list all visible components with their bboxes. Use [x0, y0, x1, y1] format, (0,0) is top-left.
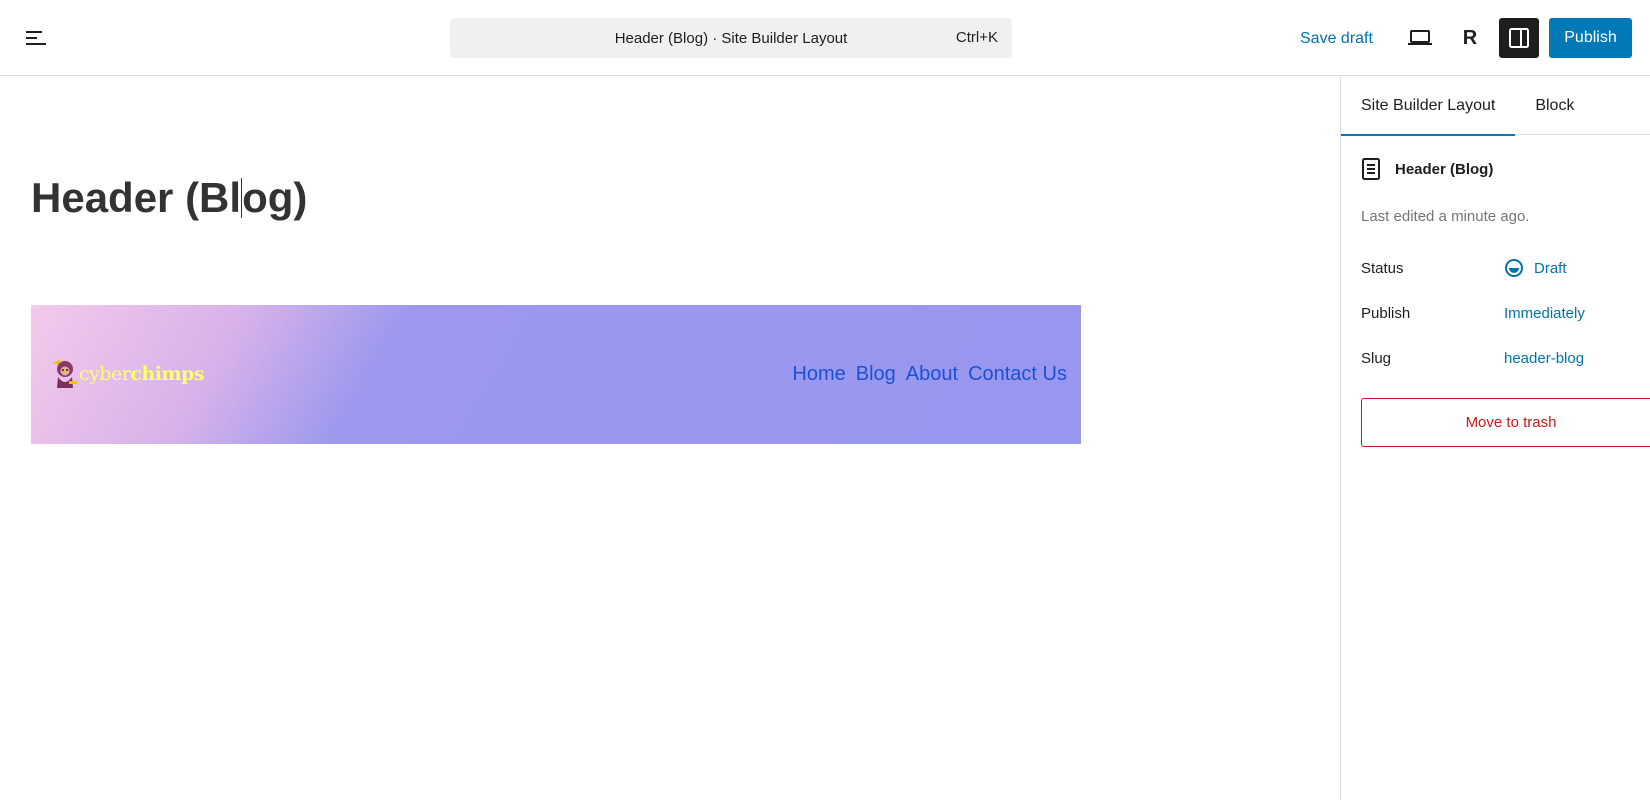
header-block[interactable]: cyberchimps Home Blog About Contact Us	[31, 305, 1081, 444]
nav-link-home[interactable]: Home	[792, 363, 845, 386]
device-preview-button[interactable]	[1402, 20, 1438, 56]
save-draft-button[interactable]: Save draft	[1300, 24, 1373, 54]
logo-text-chimps: chimps	[130, 363, 205, 385]
tab-block[interactable]: Block	[1515, 76, 1594, 135]
nav-link-blog[interactable]: Blog	[856, 363, 896, 386]
header-nav: Home Blog About Contact Us	[792, 363, 1067, 386]
logo-text-cyber: cyber	[79, 363, 131, 385]
plugin-r-button[interactable]: R	[1452, 20, 1488, 56]
command-palette-button[interactable]: Header (Blog) · Site Builder Layout Ctrl…	[450, 18, 1012, 58]
settings-sidebar: Site Builder Layout Block Header (Blog) …	[1340, 76, 1650, 800]
publish-row: Publish Immediately	[1361, 298, 1650, 328]
document-overview-button[interactable]	[14, 20, 58, 56]
list-view-icon	[26, 31, 46, 45]
nav-link-contact[interactable]: Contact Us	[968, 363, 1067, 386]
editor-canvas: Header (Blog) cyberchimps Home Blog Abou…	[0, 76, 1340, 800]
chimp-mascot-icon	[53, 359, 77, 388]
post-title-text-a: Header (Bl	[31, 174, 242, 221]
laptop-icon	[1408, 30, 1432, 45]
tab-site-builder-layout[interactable]: Site Builder Layout	[1341, 76, 1516, 136]
last-edited-text: Last edited a minute ago.	[1361, 208, 1530, 225]
publish-button[interactable]: Publish	[1549, 18, 1632, 58]
document-icon	[1362, 158, 1380, 180]
slug-label: Slug	[1361, 349, 1392, 367]
post-title-text-b: og)	[242, 174, 308, 221]
status-value-button[interactable]: Draft	[1504, 258, 1567, 278]
status-value: Draft	[1534, 259, 1567, 277]
publish-label: Publish	[1361, 304, 1411, 322]
publish-value-button[interactable]: Immediately	[1504, 305, 1585, 322]
status-row: Status Draft	[1361, 253, 1650, 283]
top-toolbar: Header (Blog) · Site Builder Layout Ctrl…	[0, 0, 1650, 76]
slug-value-button[interactable]: header-blog	[1504, 350, 1584, 367]
status-label: Status	[1361, 259, 1404, 277]
slug-row: Slug header-blog	[1361, 343, 1650, 373]
nav-link-about[interactable]: About	[906, 363, 958, 386]
draft-status-icon	[1505, 259, 1523, 277]
post-title-field[interactable]: Header (Blog)	[31, 174, 307, 222]
command-bar-title: Header (Blog) · Site Builder Layout	[614, 29, 848, 47]
sidebar-tabs: Site Builder Layout Block	[1341, 76, 1650, 136]
settings-toggle-button[interactable]	[1499, 18, 1539, 58]
logo-text: cyberchimps	[79, 363, 205, 385]
move-to-trash-button[interactable]: Move to trash	[1361, 398, 1650, 447]
sidebar-panel-icon	[1509, 28, 1529, 48]
document-card: Header (Blog)	[1361, 158, 1493, 180]
document-title: Header (Blog)	[1395, 160, 1494, 178]
command-shortcut: Ctrl+K	[955, 29, 998, 46]
site-logo[interactable]: cyberchimps	[49, 357, 205, 391]
